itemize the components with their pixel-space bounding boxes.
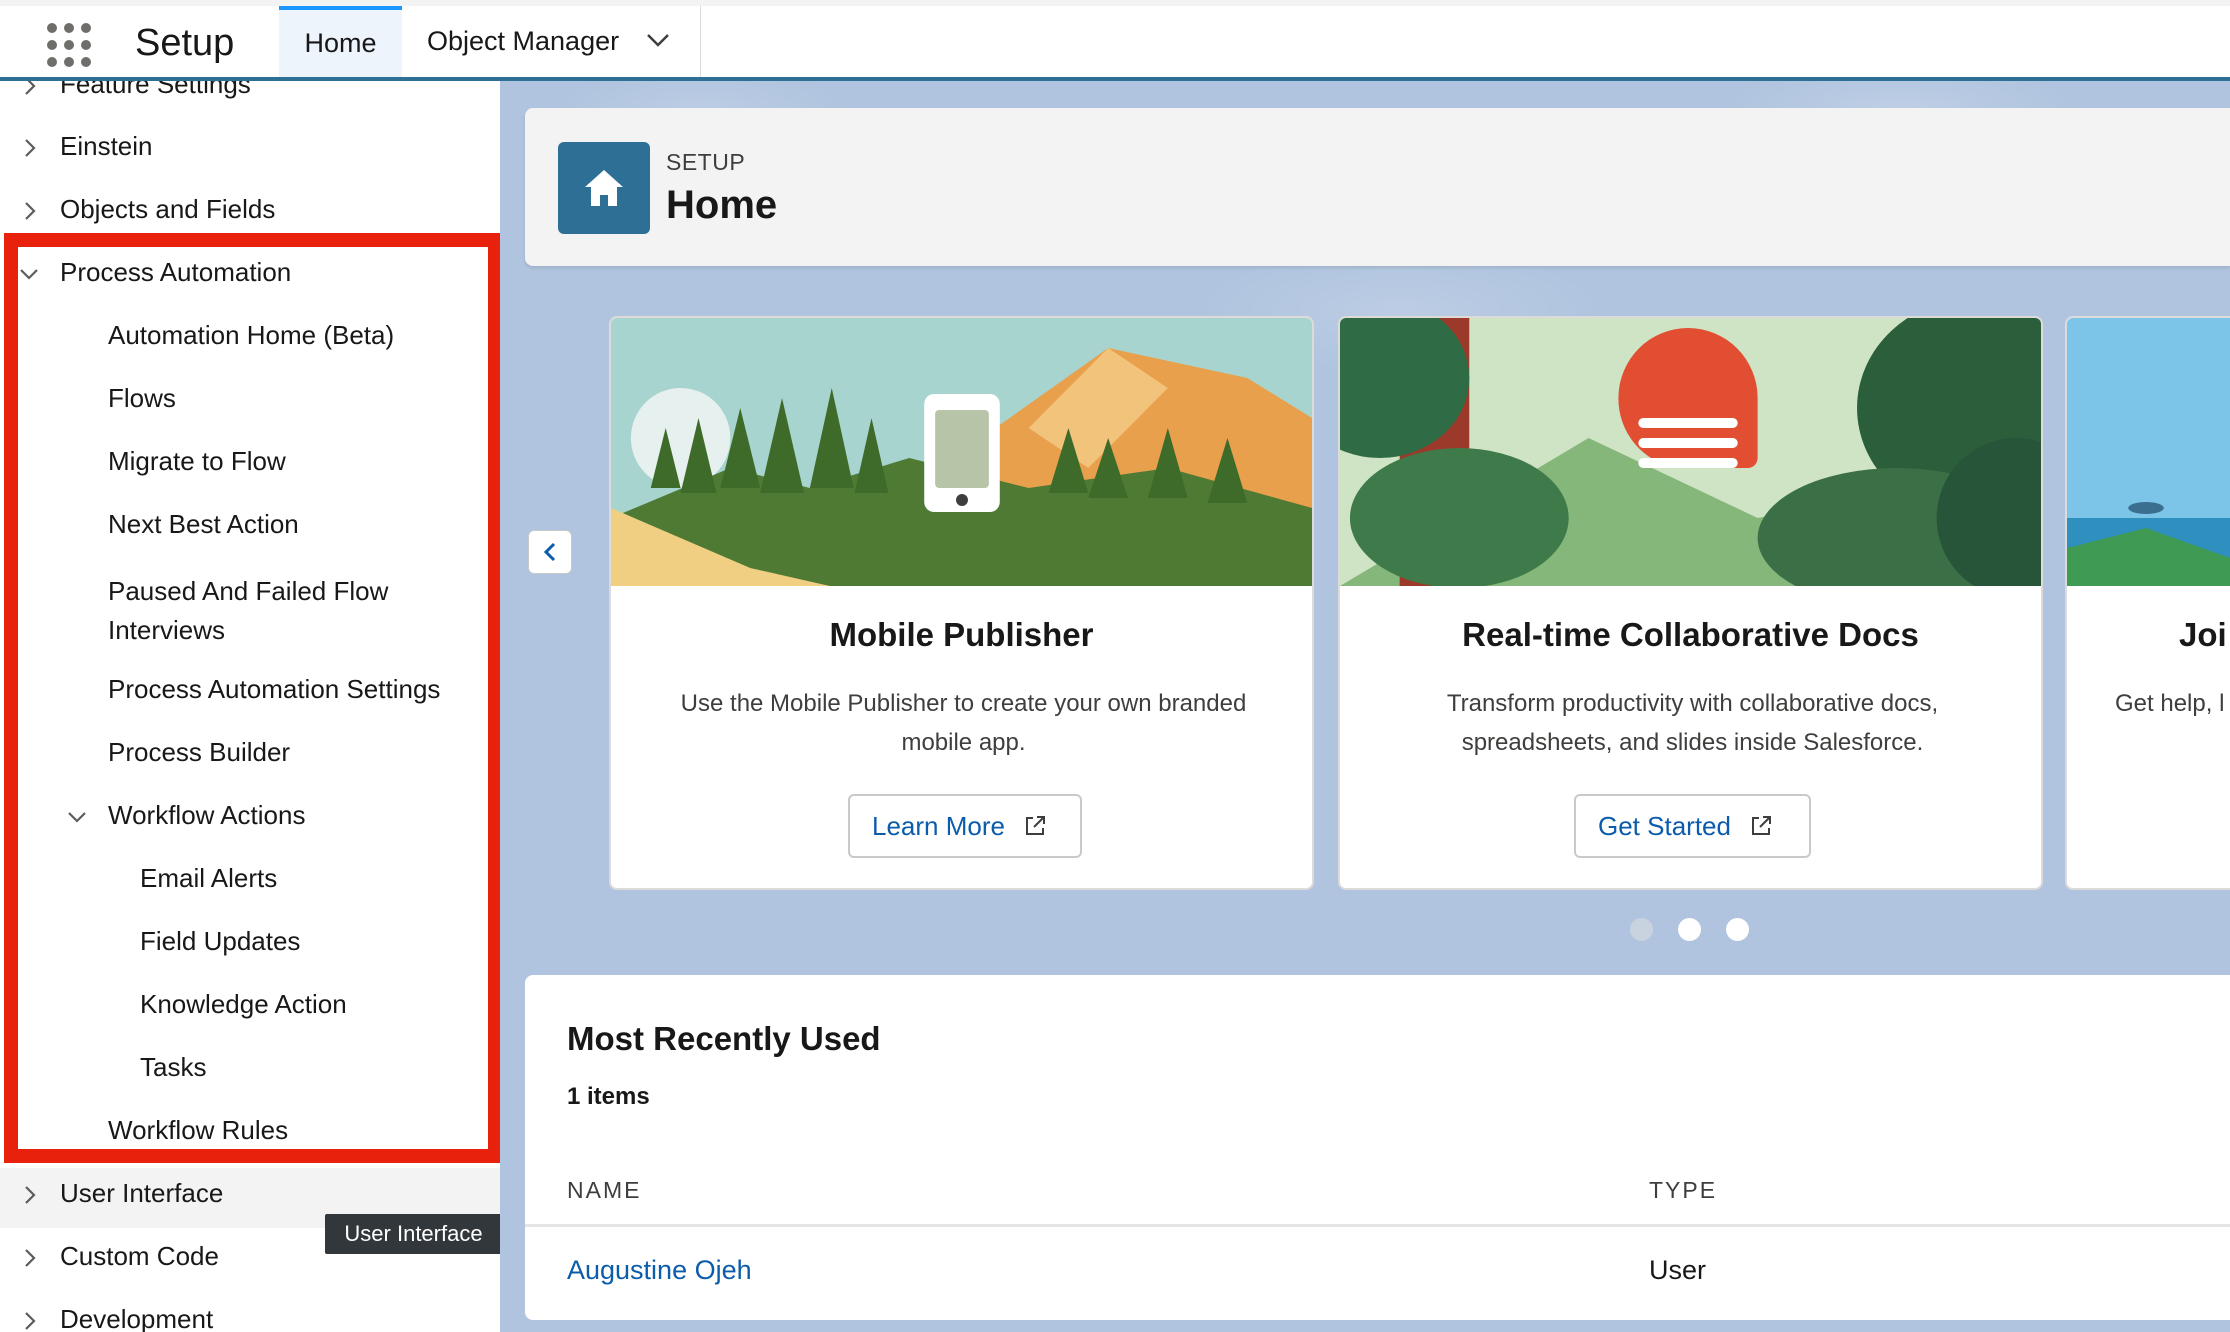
carousel-dot-2[interactable] bbox=[1678, 918, 1701, 941]
card-description: Get help, l bbox=[2115, 690, 2225, 717]
sidebar-item-feature-settings[interactable]: Feature Settings bbox=[0, 81, 500, 109]
app-launcher-icon[interactable] bbox=[44, 20, 92, 68]
chevron-right-icon bbox=[25, 1312, 36, 1330]
page-title: Home bbox=[666, 183, 778, 227]
mru-count: 1 items bbox=[567, 1083, 650, 1110]
page-header bbox=[525, 108, 2230, 266]
card-title: Mobile Publisher bbox=[829, 616, 1094, 653]
chevron-left-icon bbox=[543, 542, 556, 562]
chevron-right-icon bbox=[25, 81, 36, 95]
sidebar-item-label: User Interface bbox=[60, 1178, 224, 1208]
home-icon bbox=[558, 142, 650, 234]
sidebar-item-automation-home[interactable]: Automation Home (Beta) bbox=[0, 320, 500, 360]
sidebar-item-label: Einstein bbox=[60, 131, 153, 161]
sidebar-item-label: Feature Settings bbox=[60, 81, 251, 99]
sidebar-item-einstein[interactable]: Einstein bbox=[0, 131, 500, 171]
sidebar-item-label: Next Best Action bbox=[108, 509, 299, 539]
table-row-name-link[interactable]: Augustine Ojeh bbox=[567, 1255, 752, 1286]
sidebar-item-label: Process Automation bbox=[60, 257, 292, 287]
carousel-dot-1[interactable] bbox=[1630, 918, 1653, 941]
sidebar-item-label: Custom Code bbox=[60, 1241, 219, 1271]
sidebar-item-label: Knowledge Action bbox=[140, 989, 347, 1019]
most-recently-used-card: Most Recently Used 1 items NAME TYPE Aug… bbox=[525, 975, 2230, 1320]
jungle-illustration bbox=[1340, 318, 2041, 586]
global-header: Setup Home Object Manager bbox=[0, 0, 2230, 81]
tooltip: User Interface bbox=[325, 1214, 500, 1254]
button-label: Learn More bbox=[872, 810, 1005, 841]
sidebar-item-email-alerts[interactable]: Email Alerts bbox=[0, 863, 500, 903]
get-started-button[interactable]: Get Started bbox=[1574, 794, 1811, 858]
sidebar-item-label: Workflow Actions bbox=[108, 800, 306, 830]
tab-home[interactable]: Home bbox=[279, 6, 402, 77]
sidebar-item-workflow-actions[interactable]: Workflow Actions bbox=[0, 800, 500, 840]
column-header-type[interactable]: TYPE bbox=[1649, 1177, 1717, 1204]
carousel-card-collaborative-docs: Real-time Collaborative Docs Transform p… bbox=[1338, 316, 2043, 890]
sidebar-item-knowledge-action[interactable]: Knowledge Action bbox=[0, 989, 500, 1029]
card-title: Joi bbox=[2179, 616, 2227, 653]
sidebar-item-label: Workflow Rules bbox=[108, 1115, 289, 1145]
sidebar-item-label: Tasks bbox=[140, 1052, 207, 1082]
chevron-right-icon bbox=[25, 202, 36, 220]
tab-object-manager-label: Object Manager bbox=[427, 26, 620, 56]
learn-more-button[interactable]: Learn More bbox=[848, 794, 1082, 858]
mru-title: Most Recently Used bbox=[567, 1020, 881, 1057]
card-description: Transform productivity with collaborativ… bbox=[1446, 690, 1939, 756]
column-header-name[interactable]: NAME bbox=[567, 1177, 641, 1204]
carousel-card-mobile-publisher: Mobile Publisher Use the Mobile Publishe… bbox=[609, 316, 1314, 890]
tab-object-manager[interactable]: Object Manager bbox=[403, 6, 701, 77]
sidebar-item-process-builder[interactable]: Process Builder bbox=[0, 737, 500, 777]
sidebar-item-process-automation[interactable]: Process Automation bbox=[0, 257, 500, 297]
card-title: Real-time Collaborative Docs bbox=[1462, 616, 1919, 653]
carousel-previous-button[interactable] bbox=[528, 530, 572, 574]
table-divider bbox=[525, 1224, 2230, 1227]
sidebar-item-label: Automation Home (Beta) bbox=[108, 320, 395, 350]
sidebar-item-label: Email Alerts bbox=[140, 863, 278, 893]
button-label: Get Started bbox=[1598, 810, 1731, 841]
sidebar-item-development[interactable]: Development bbox=[0, 1304, 500, 1332]
sidebar-item-flows[interactable]: Flows bbox=[0, 383, 500, 423]
app-name: Setup bbox=[135, 22, 235, 64]
sidebar-item-field-updates[interactable]: Field Updates bbox=[0, 926, 500, 966]
chevron-down-icon bbox=[20, 269, 38, 280]
card-description: Use the Mobile Publisher to create your … bbox=[680, 690, 1247, 756]
sidebar-item-label: Flows bbox=[108, 383, 176, 413]
chevron-right-icon bbox=[25, 139, 36, 157]
sidebar-item-migrate-to-flow[interactable]: Migrate to Flow bbox=[0, 446, 500, 486]
external-link-icon bbox=[1751, 816, 1771, 835]
sidebar-item-process-automation-settings[interactable]: Process Automation Settings bbox=[0, 674, 500, 714]
carousel-dot-3[interactable] bbox=[1726, 918, 1749, 941]
carousel-card-partial: Joi Get help, l bbox=[2065, 316, 2230, 890]
sidebar-item-label: Development bbox=[60, 1304, 214, 1332]
carousel-indicators bbox=[1630, 918, 1749, 941]
sidebar-item-label: Process Automation Settings bbox=[108, 674, 441, 704]
sidebar-item-objects-and-fields[interactable]: Objects and Fields bbox=[0, 194, 500, 234]
sidebar-item-workflow-rules[interactable]: Workflow Rules bbox=[0, 1115, 500, 1155]
mountain-illustration bbox=[611, 318, 1312, 586]
sidebar-item-label: Paused And Failed Flow Interviews bbox=[108, 576, 389, 645]
external-link-icon bbox=[1025, 816, 1045, 835]
chevron-right-icon bbox=[25, 1249, 36, 1267]
sidebar-item-next-best-action[interactable]: Next Best Action bbox=[0, 509, 500, 549]
beach-illustration bbox=[2067, 318, 2230, 586]
page-eyebrow: SETUP bbox=[666, 149, 746, 175]
chevron-right-icon bbox=[25, 1186, 36, 1204]
sidebar-item-label: Field Updates bbox=[140, 926, 301, 956]
sidebar-item-paused-failed-flow-interviews[interactable]: Paused And Failed Flow Interviews bbox=[0, 572, 500, 652]
sidebar-item-label: Process Builder bbox=[108, 737, 291, 767]
sidebar-item-tasks[interactable]: Tasks bbox=[0, 1052, 500, 1092]
chevron-down-icon[interactable] bbox=[646, 32, 670, 48]
setup-tree-nav: Feature Settings Einstein Objects and Fi… bbox=[0, 81, 500, 1332]
table-row-type: User bbox=[1649, 1255, 1707, 1285]
sidebar-item-label: Objects and Fields bbox=[60, 194, 276, 224]
chevron-down-icon bbox=[68, 812, 86, 823]
sidebar-item-label: Migrate to Flow bbox=[108, 446, 286, 476]
sidebar-item-user-interface[interactable]: User Interface bbox=[0, 1178, 500, 1218]
